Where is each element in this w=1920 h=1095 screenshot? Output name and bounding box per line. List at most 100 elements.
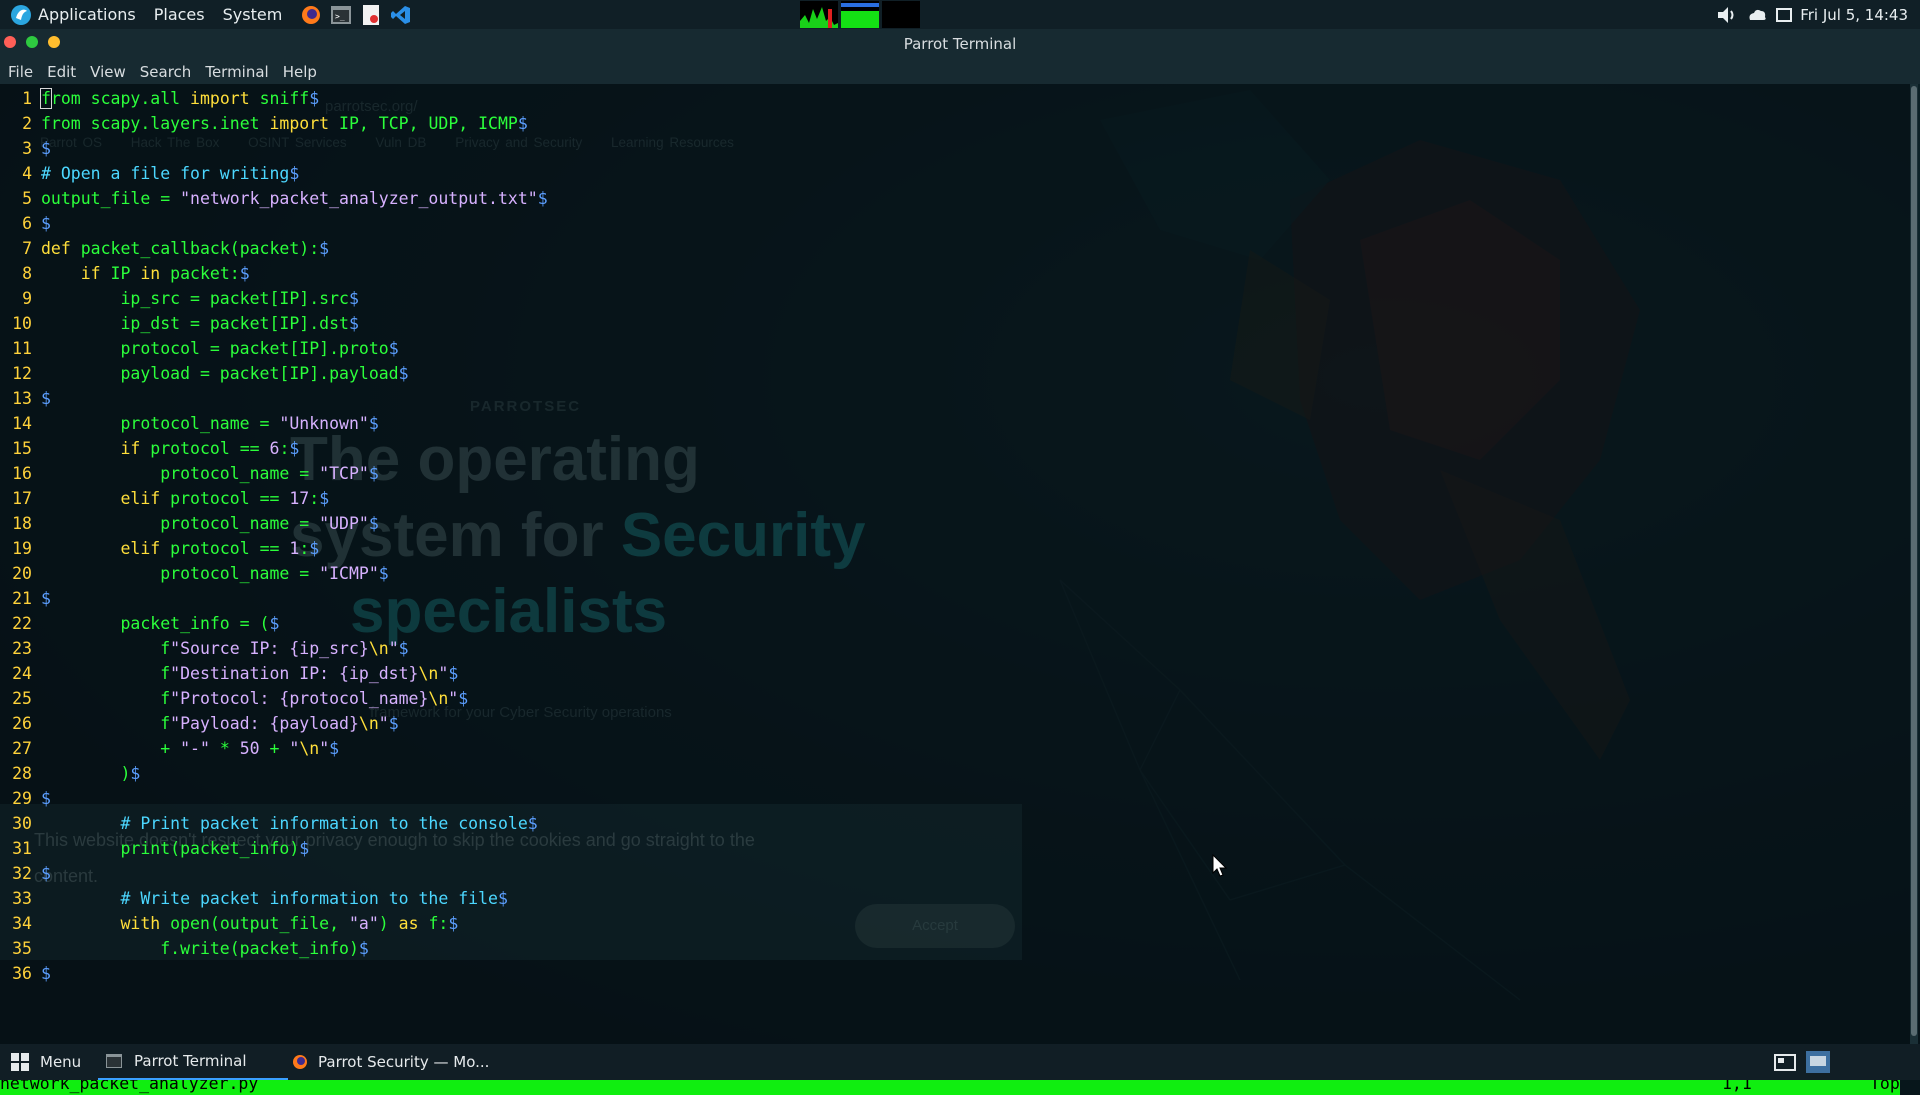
code-token: protocol_name = xyxy=(41,414,280,433)
code-text[interactable]: from scapy.all import sniff$ xyxy=(40,88,319,109)
code-text[interactable]: f"Destination IP: {ip_dst}\n"$ xyxy=(41,664,458,683)
workspace-switcher-2[interactable] xyxy=(1806,1044,1830,1080)
code-line[interactable]: 20 protocol_name = "ICMP"$ xyxy=(0,561,389,586)
code-text[interactable]: def packet_callback(packet):$ xyxy=(41,239,329,258)
code-text[interactable]: from scapy.layers.inet import IP, TCP, U… xyxy=(41,114,528,133)
volume-icon[interactable] xyxy=(1716,5,1738,25)
code-text[interactable]: payload = packet[IP].payload$ xyxy=(41,364,408,383)
code-line[interactable]: 19 elif protocol == 1:$ xyxy=(0,536,319,561)
code-line[interactable]: 30 # Print packet information to the con… xyxy=(0,811,538,836)
code-text[interactable]: protocol_name = "TCP"$ xyxy=(41,464,379,483)
menu-view[interactable]: View xyxy=(90,63,126,81)
vscode-launcher-icon[interactable] xyxy=(390,4,412,26)
code-text[interactable]: f"Payload: {payload}\n"$ xyxy=(41,714,398,733)
code-line[interactable]: 5 output_file = "network_packet_analyzer_… xyxy=(0,186,548,211)
code-text[interactable]: print(packet_info)$ xyxy=(41,839,309,858)
code-line[interactable]: 31 print(packet_info)$ xyxy=(0,836,309,861)
code-text[interactable]: # Write packet information to the file$ xyxy=(41,889,507,908)
code-text[interactable]: ip_src = packet[IP].src$ xyxy=(41,289,358,308)
code-line[interactable]: 34 with open(output_file, "a") as f:$ xyxy=(0,911,458,936)
code-text[interactable]: )$ xyxy=(41,764,140,783)
code-line[interactable]: 7 def packet_callback(packet):$ xyxy=(0,236,329,261)
code-text[interactable]: $ xyxy=(41,139,51,158)
code-text[interactable]: + "-" * 50 + "\n"$ xyxy=(41,739,339,758)
code-line[interactable]: 33 # Write packet information to the fil… xyxy=(0,886,508,911)
task-firefox[interactable]: Parrot Security — Mo... xyxy=(292,1044,492,1080)
code-text[interactable]: ip_dst = packet[IP].dst$ xyxy=(41,314,358,333)
terminal-launcher-icon[interactable]: >_ xyxy=(330,4,352,26)
workspace-switcher-1[interactable] xyxy=(1774,1044,1796,1080)
terminal-scrollbar[interactable] xyxy=(1910,84,1918,1044)
code-line[interactable]: 35 f.write(packet_info)$ xyxy=(0,936,369,961)
code-line[interactable]: 6 $ xyxy=(0,211,51,236)
screen-icon[interactable] xyxy=(1776,7,1793,22)
code-line[interactable]: 9 ip_src = packet[IP].src$ xyxy=(0,286,359,311)
scrollbar-thumb[interactable] xyxy=(1911,86,1917,1036)
code-line[interactable]: 23 f"Source IP: {ip_src}\n"$ xyxy=(0,636,408,661)
menu-search[interactable]: Search xyxy=(140,63,192,81)
code-text[interactable]: protocol_name = "UDP"$ xyxy=(41,514,379,533)
firefox-launcher-icon[interactable] xyxy=(300,4,322,26)
places-menu[interactable]: Places xyxy=(154,5,205,24)
code-line[interactable]: 27 + "-" * 50 + "\n"$ xyxy=(0,736,339,761)
code-line[interactable]: 11 protocol = packet[IP].proto$ xyxy=(0,336,399,361)
code-line[interactable]: 25 f"Protocol: {protocol_name}\n"$ xyxy=(0,686,468,711)
code-text[interactable]: # Open a file for writing$ xyxy=(41,164,299,183)
code-text[interactable]: if protocol == 6:$ xyxy=(41,439,299,458)
code-line[interactable]: 8 if IP in packet:$ xyxy=(0,261,250,286)
network-icon[interactable] xyxy=(1746,6,1768,24)
text-editor-launcher-icon[interactable] xyxy=(360,4,382,26)
code-line[interactable]: 24 f"Destination IP: {ip_dst}\n"$ xyxy=(0,661,458,686)
code-text[interactable]: elif protocol == 17:$ xyxy=(41,489,329,508)
code-line[interactable]: 10 ip_dst = packet[IP].dst$ xyxy=(0,311,359,336)
menu-help[interactable]: Help xyxy=(283,63,317,81)
system-menu[interactable]: System xyxy=(223,5,283,24)
code-line[interactable]: 13 $ xyxy=(0,386,51,411)
terminal-titlebar[interactable]: Parrot Terminal xyxy=(0,29,1920,59)
code-line[interactable]: 17 elif protocol == 17:$ xyxy=(0,486,329,511)
code-text[interactable]: protocol_name = "ICMP"$ xyxy=(41,564,389,583)
code-line[interactable]: 15 if protocol == 6:$ xyxy=(0,436,299,461)
code-text[interactable]: f.write(packet_info)$ xyxy=(41,939,369,958)
start-menu-button[interactable]: Menu xyxy=(10,1044,81,1080)
menu-edit[interactable]: Edit xyxy=(47,63,76,81)
code-line[interactable]: 2 from scapy.layers.inet import IP, TCP, … xyxy=(0,111,528,136)
code-text[interactable]: output_file = "network_packet_analyzer_o… xyxy=(41,189,548,208)
code-text[interactable]: $ xyxy=(41,214,51,233)
code-line[interactable]: 1 from scapy.all import sniff$ xyxy=(0,86,319,111)
code-text[interactable]: $ xyxy=(41,964,51,983)
code-text[interactable]: protocol_name = "Unknown"$ xyxy=(41,414,378,433)
task-parrot-terminal[interactable]: Parrot Terminal xyxy=(98,1044,288,1080)
code-text[interactable]: elif protocol == 1:$ xyxy=(41,539,319,558)
code-line[interactable]: 26 f"Payload: {payload}\n"$ xyxy=(0,711,399,736)
code-text[interactable]: f"Source IP: {ip_src}\n"$ xyxy=(41,639,408,658)
code-line[interactable]: 21 $ xyxy=(0,586,51,611)
code-line[interactable]: 16 protocol_name = "TCP"$ xyxy=(0,461,379,486)
clock[interactable]: Fri Jul 5, 14:43 xyxy=(1800,6,1908,24)
code-line[interactable]: 32 $ xyxy=(0,861,51,886)
code-text[interactable]: $ xyxy=(41,864,51,883)
menu-file[interactable]: File xyxy=(8,63,33,81)
code-line[interactable]: 18 protocol_name = "UDP"$ xyxy=(0,511,379,536)
menu-terminal[interactable]: Terminal xyxy=(205,63,268,81)
code-text[interactable]: f"Protocol: {protocol_name}\n"$ xyxy=(41,689,468,708)
code-text[interactable]: $ xyxy=(41,389,51,408)
code-text[interactable]: $ xyxy=(41,789,51,808)
terminal-body[interactable]: parrotsec.org/ Parrot OS Hack The Box OS… xyxy=(0,84,1910,1095)
code-line[interactable]: 36 $ xyxy=(0,961,51,986)
code-text[interactable]: $ xyxy=(41,589,51,608)
code-line[interactable]: 4 # Open a file for writing$ xyxy=(0,161,299,186)
code-text[interactable]: if IP in packet:$ xyxy=(41,264,250,283)
code-token: f xyxy=(41,664,171,683)
code-line[interactable]: 12 payload = packet[IP].payload$ xyxy=(0,361,408,386)
code-text[interactable]: with open(output_file, "a") as f:$ xyxy=(41,914,458,933)
code-line[interactable]: 14 protocol_name = "Unknown"$ xyxy=(0,411,379,436)
code-text[interactable]: protocol = packet[IP].proto$ xyxy=(41,339,398,358)
code-line[interactable]: 22 packet_info = ($ xyxy=(0,611,279,636)
code-text[interactable]: packet_info = ($ xyxy=(41,614,279,633)
applications-menu[interactable]: Applications xyxy=(10,4,136,26)
code-line[interactable]: 29 $ xyxy=(0,786,51,811)
code-line[interactable]: 28 )$ xyxy=(0,761,140,786)
code-text[interactable]: # Print packet information to the consol… xyxy=(41,814,537,833)
code-line[interactable]: 3 $ xyxy=(0,136,51,161)
